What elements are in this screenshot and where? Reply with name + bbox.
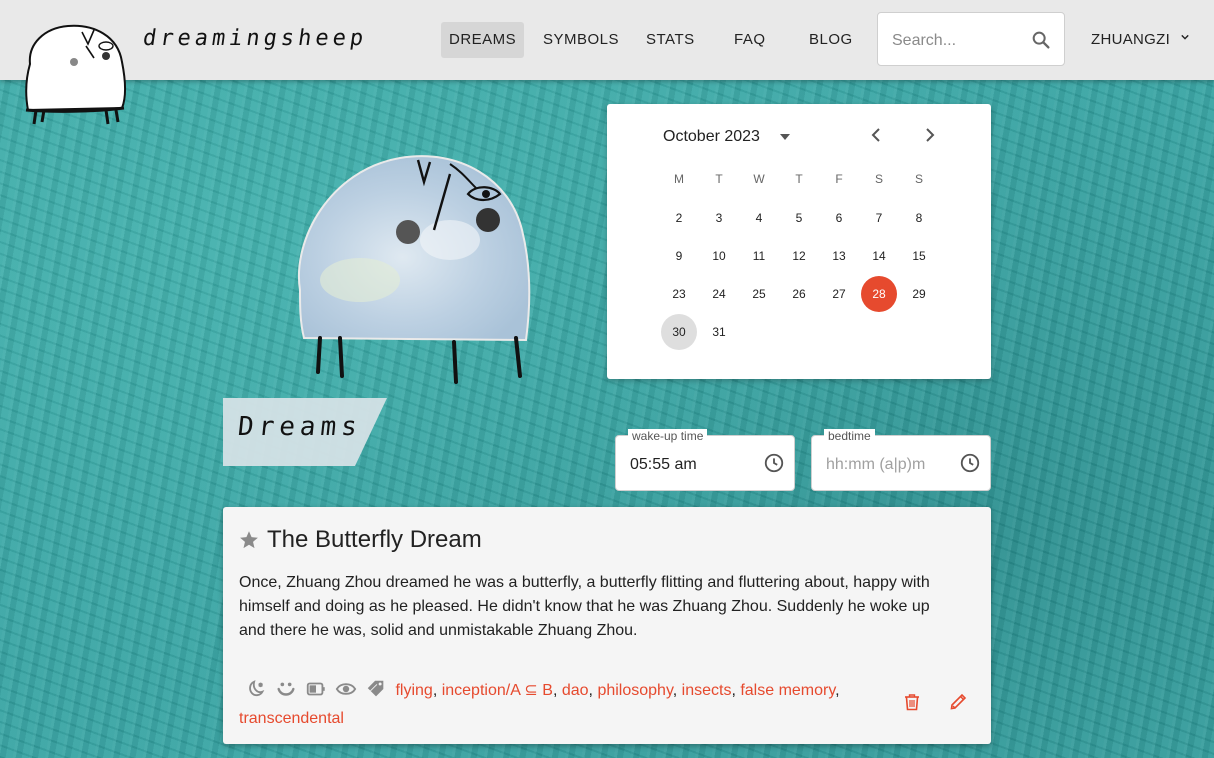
caret-down-icon[interactable] — [779, 132, 791, 142]
search-box — [877, 12, 1065, 66]
weekday-header: S — [914, 172, 923, 186]
eye-icon[interactable] — [335, 678, 357, 700]
chevron-down-icon — [1180, 34, 1189, 40]
calendar-day-28[interactable]: 28 — [861, 276, 897, 312]
tag-list: flying, inception/A ⊆ B, dao, philosophy… — [239, 682, 840, 727]
calendar-day-3[interactable]: 3 — [701, 200, 737, 236]
weekday-header: T — [795, 172, 803, 186]
wake-up-time-label: wake-up time — [628, 429, 708, 443]
wake-up-time-field: wake-up time — [615, 429, 795, 491]
tag-icon[interactable] — [365, 678, 387, 700]
lucid-moon-icon[interactable] — [245, 678, 267, 700]
calendar-day-8[interactable]: 8 — [901, 200, 937, 236]
smile-icon[interactable] — [275, 678, 297, 700]
date-picker-calendar: October 2023 M T W T F S S 2 3 4 5 6 7 8 9 10 11 12 13 14 15… — [607, 104, 991, 379]
nav-symbols[interactable]: SYMBOLS — [535, 22, 627, 58]
calendar-day-31[interactable]: 31 — [701, 314, 737, 350]
calendar-day-6[interactable]: 6 — [821, 200, 857, 236]
user-menu[interactable]: ZHUANGZI — [1091, 22, 1189, 58]
calendar-day-23[interactable]: 23 — [661, 276, 697, 312]
weekday-header: S — [874, 172, 883, 186]
calendar-day-4[interactable]: 4 — [741, 200, 777, 236]
dream-tag[interactable]: insects — [682, 682, 732, 699]
battery-icon[interactable] — [305, 678, 327, 700]
bedtime-field: bedtime — [811, 429, 991, 491]
calendar-month-label[interactable]: October 2023 — [663, 128, 760, 146]
weekday-header: W — [753, 172, 765, 186]
search-icon[interactable] — [1030, 29, 1052, 51]
dream-tag[interactable]: dao — [562, 682, 589, 699]
search-input[interactable] — [890, 27, 1024, 55]
calendar-day-26[interactable]: 26 — [781, 276, 817, 312]
calendar-day-2[interactable]: 2 — [661, 200, 697, 236]
sheep-illustration — [298, 155, 531, 384]
calendar-day-24[interactable]: 24 — [701, 276, 737, 312]
user-name: ZHUANGZI — [1091, 31, 1171, 48]
calendar-day-30[interactable]: 30 — [661, 314, 697, 350]
calendar-day-14[interactable]: 14 — [861, 238, 897, 274]
dream-meta-row: flying, inception/A ⊆ B, dao, philosophy… — [239, 677, 889, 733]
clock-icon[interactable] — [763, 452, 785, 474]
nav-stats[interactable]: STATS — [638, 22, 703, 58]
nav-dreams[interactable]: DREAMS — [441, 22, 525, 58]
calendar-day-27[interactable]: 27 — [821, 276, 857, 312]
wake-up-time-input[interactable] — [628, 452, 750, 478]
dream-tag[interactable]: philosophy — [597, 682, 672, 699]
chevron-right-icon[interactable] — [920, 126, 938, 144]
bedtime-label: bedtime — [824, 429, 875, 443]
bedtime-input[interactable] — [824, 452, 946, 478]
calendar-day-12[interactable]: 12 — [781, 238, 817, 274]
weekday-header: T — [715, 172, 723, 186]
calendar-day-10[interactable]: 10 — [701, 238, 737, 274]
calendar-day-11[interactable]: 11 — [741, 238, 777, 274]
section-title: Dreams — [236, 412, 364, 442]
calendar-day-5[interactable]: 5 — [781, 200, 817, 236]
dream-tag[interactable]: false memory — [740, 682, 835, 699]
dream-tag[interactable]: transcendental — [239, 710, 344, 727]
nav-faq[interactable]: FAQ — [726, 22, 774, 58]
trash-icon[interactable] — [903, 693, 921, 711]
calendar-day-29[interactable]: 29 — [901, 276, 937, 312]
calendar-day-7[interactable]: 7 — [861, 200, 897, 236]
calendar-day-9[interactable]: 9 — [661, 238, 697, 274]
clock-icon[interactable] — [959, 452, 981, 474]
calendar-day-13[interactable]: 13 — [821, 238, 857, 274]
weekday-header: M — [674, 172, 684, 186]
chevron-left-icon[interactable] — [868, 126, 886, 144]
calendar-day-25[interactable]: 25 — [741, 276, 777, 312]
star-icon[interactable] — [238, 529, 260, 551]
dream-card: The Butterfly Dream Once, Zhuang Zhou dr… — [223, 507, 991, 744]
dream-tag[interactable]: inception/A ⊆ B — [442, 682, 553, 699]
nav-blog[interactable]: BLOG — [801, 22, 861, 58]
brand-wordmark[interactable]: dreamingsheep — [141, 26, 369, 51]
edit-pencil-icon[interactable] — [949, 691, 969, 711]
dream-tag[interactable]: flying — [395, 682, 432, 699]
sheep-logo[interactable] — [22, 22, 130, 126]
dream-body: Once, Zhuang Zhou dreamed he was a butte… — [239, 574, 930, 639]
weekday-header: F — [835, 172, 843, 186]
calendar-day-15[interactable]: 15 — [901, 238, 937, 274]
dream-title[interactable]: The Butterfly Dream — [267, 526, 482, 554]
